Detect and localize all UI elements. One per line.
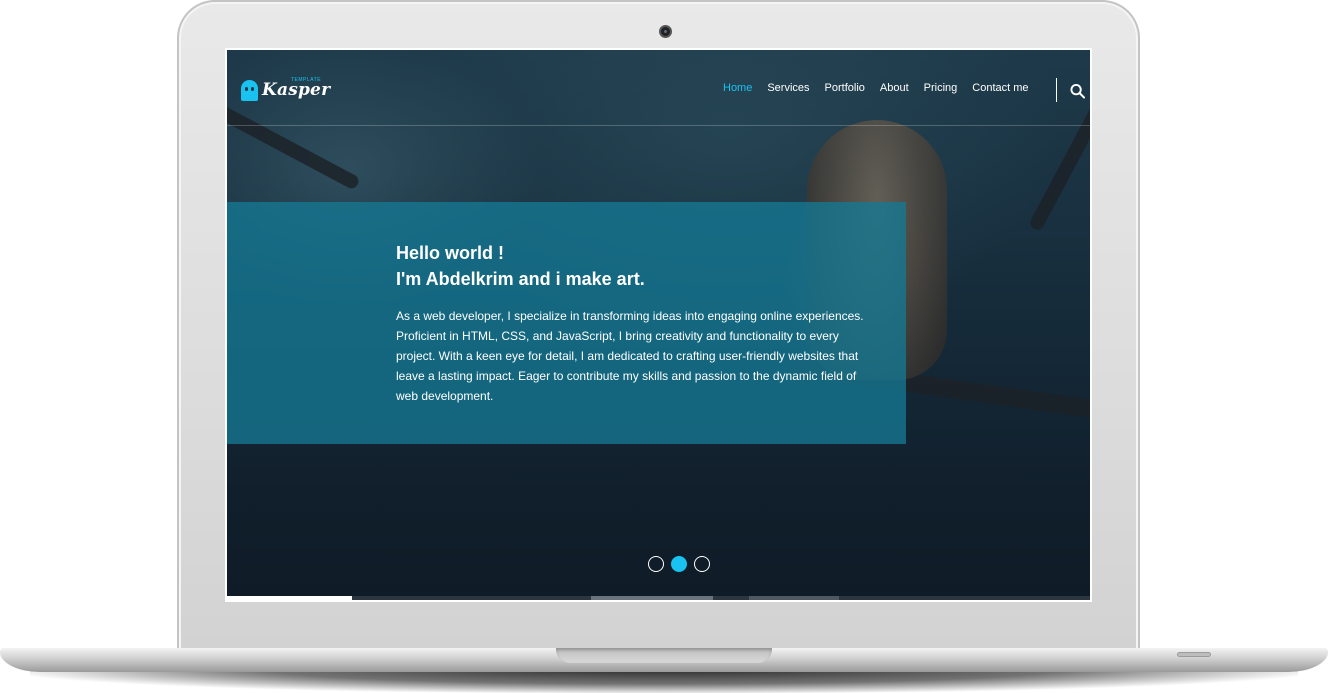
hero-title-line1: Hello world ! (396, 243, 504, 263)
logo-text: Kasper (262, 80, 331, 100)
nav-link-portfolio[interactable]: Portfolio (825, 82, 865, 94)
search-icon[interactable] (1070, 83, 1085, 99)
webcam-icon (659, 25, 672, 38)
slider-bullet-3[interactable] (694, 556, 710, 572)
ghost-logo-icon (241, 79, 258, 101)
slider-progress-fill (227, 596, 353, 600)
slider-bullets (648, 556, 710, 572)
logo-tagline: TEMPLATE (291, 77, 322, 83)
top-navigation: Kasper TEMPLATE Home Services Portfolio … (227, 50, 1090, 126)
slider-progress-track (227, 596, 1090, 600)
laptop-mockup: Kasper TEMPLATE Home Services Portfolio … (0, 0, 1328, 693)
nav-link-home[interactable]: Home (723, 82, 752, 94)
slider-bullet-1[interactable] (648, 556, 664, 572)
website-screen: Kasper TEMPLATE Home Services Portfolio … (225, 48, 1092, 602)
nav-link-pricing[interactable]: Pricing (924, 82, 958, 94)
progress-segment (749, 596, 839, 600)
nav-links: Home Services Portfolio About Pricing Co… (723, 82, 1029, 94)
hero-panel: Hello world ! I'm Abdelkrim and i make a… (227, 202, 906, 444)
hero-description: As a web developer, I specialize in tran… (396, 309, 864, 403)
hero-title-line2: I'm Abdelkrim and i make art. (396, 269, 645, 289)
progress-segment (591, 596, 713, 600)
nav-link-about[interactable]: About (880, 82, 909, 94)
site-logo[interactable]: Kasper TEMPLATE (241, 77, 330, 103)
laptop-notch (556, 648, 772, 663)
nav-divider (1056, 78, 1057, 102)
laptop-indicator (1177, 652, 1211, 657)
hero-title: Hello world ! I'm Abdelkrim and i make a… (396, 240, 645, 292)
slider-bullet-2[interactable] (671, 556, 687, 572)
nav-link-services[interactable]: Services (767, 82, 809, 94)
nav-link-contact[interactable]: Contact me (972, 82, 1028, 94)
